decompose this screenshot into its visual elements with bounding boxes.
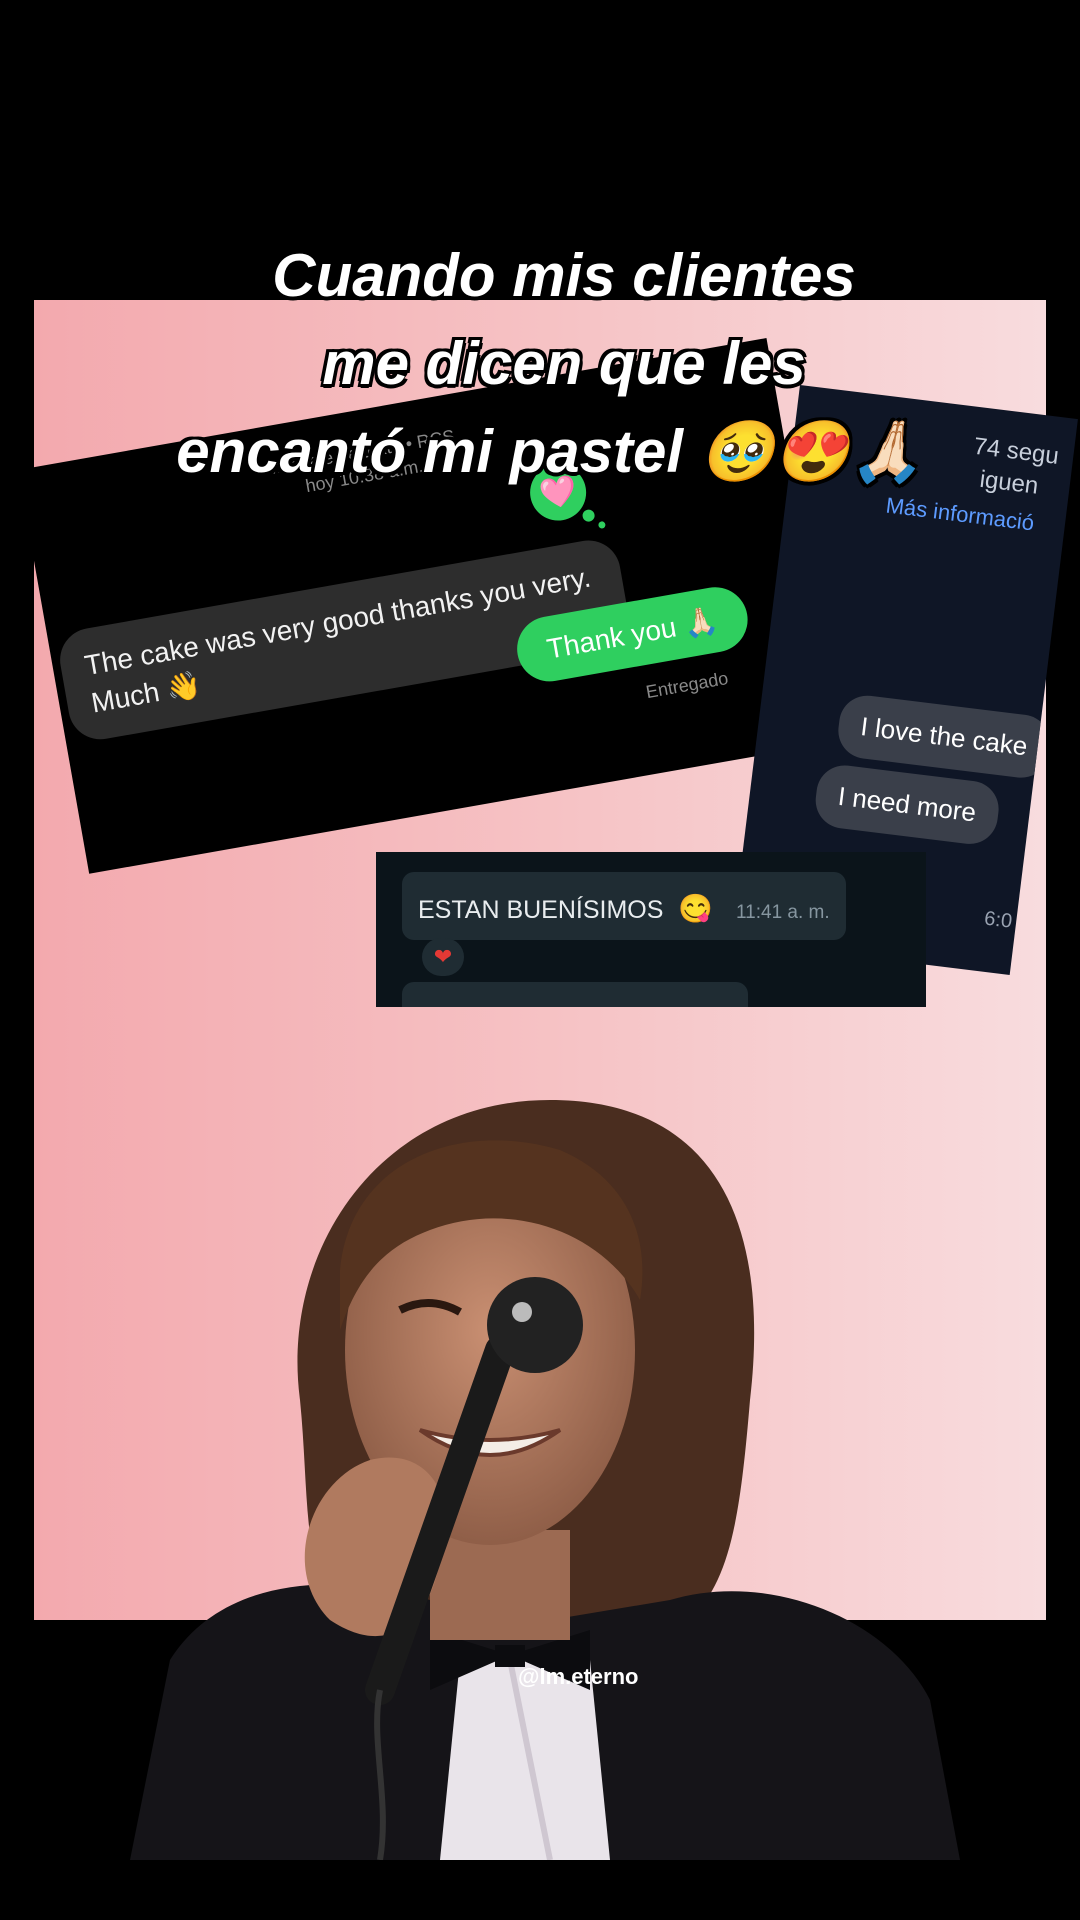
meme-caption: Cuando mis clientes me dicen que les enc… (0, 232, 1080, 496)
yum-emoji-icon: 😋 (678, 893, 713, 924)
delivery-status: Entregado (644, 668, 730, 703)
message-text: ESTAN BUENÍSIMOS (418, 896, 664, 924)
message-time: 6:0 (983, 907, 1014, 933)
reaction-tail-dot-small (597, 520, 606, 529)
singer-photo (130, 1100, 960, 1860)
whatsapp-chat-screenshot: ESTAN BUENÍSIMOS 😋 11:41 a. m. ❤ (376, 852, 926, 1007)
caption-line-2: me dicen que les (322, 330, 806, 397)
watermark-handle: @lm.eterno (518, 1664, 639, 1689)
reaction-tail-dot (581, 508, 596, 523)
message-time: 11:41 a. m. (736, 902, 830, 923)
caption-line-3: encantó mi pastel 🥹😍🙏🏻 (176, 418, 924, 485)
more-info-link[interactable]: Más informació (884, 492, 1036, 536)
heart-reaction-icon: ❤ (422, 938, 464, 976)
next-message-bubble (402, 982, 748, 1007)
caption-line-1: Cuando mis clientes (272, 242, 856, 309)
message-bubble: I need more (812, 762, 1002, 848)
